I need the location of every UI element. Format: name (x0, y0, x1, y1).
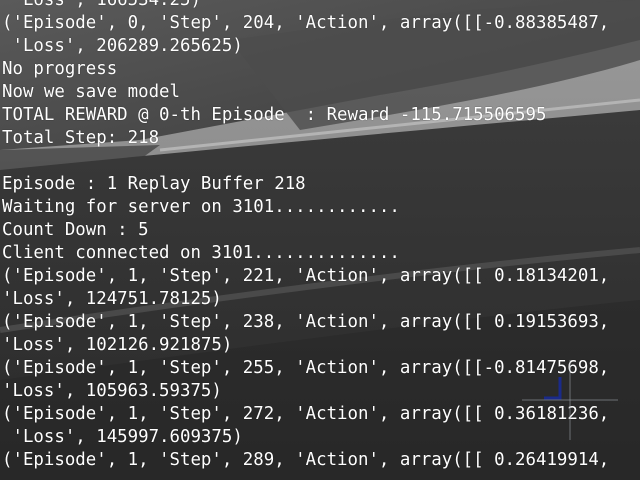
terminal-line: 'Loss', 105963.59375) (2, 381, 222, 401)
crosshair-icon (522, 360, 618, 440)
terminal-line: Client connected on 3101.............. (2, 243, 400, 263)
cursor-marker (544, 377, 562, 400)
terminal-line: ('Episode', 1, 'Step', 272, 'Action', ar… (2, 404, 610, 424)
terminal-line: 'Loss', 124751.78125) (2, 289, 222, 309)
terminal-line: ('Episode', 1, 'Step', 238, 'Action', ar… (2, 312, 610, 332)
terminal-line: ('Episode', 1, 'Step', 289, 'Action', ar… (2, 450, 610, 470)
terminal-line: No progress (2, 59, 118, 79)
terminal-line: 'Loss', 102126.921875) (2, 335, 233, 355)
terminal-line: 'Loss', 145997.609375) (2, 427, 243, 447)
terminal-line: 'Loss', 166534.25) (2, 0, 201, 10)
terminal-line: TOTAL REWARD @ 0-th Episode : Reward -11… (2, 105, 547, 125)
terminal-line: Now we save model (2, 82, 180, 102)
terminal-line: Episode : 1 Replay Buffer 218 (2, 174, 306, 194)
terminal-line: ('Episode', 1, 'Step', 255, 'Action', ar… (2, 358, 610, 378)
terminal-line: Count Down : 5 (2, 220, 149, 240)
terminal-line: ('Episode', 0, 'Step', 204, 'Action', ar… (2, 13, 610, 33)
terminal-line: 'Loss', 206289.265625) (2, 36, 243, 56)
terminal-line: Waiting for server on 3101............ (2, 197, 400, 217)
terminal-line: Total Step: 218 (2, 128, 160, 148)
simulator-window: 'Loss', 166534.25) ('Episode', 0, 'Step',… (0, 0, 640, 480)
terminal-line: ('Episode', 1, 'Step', 221, 'Action', ar… (2, 266, 610, 286)
